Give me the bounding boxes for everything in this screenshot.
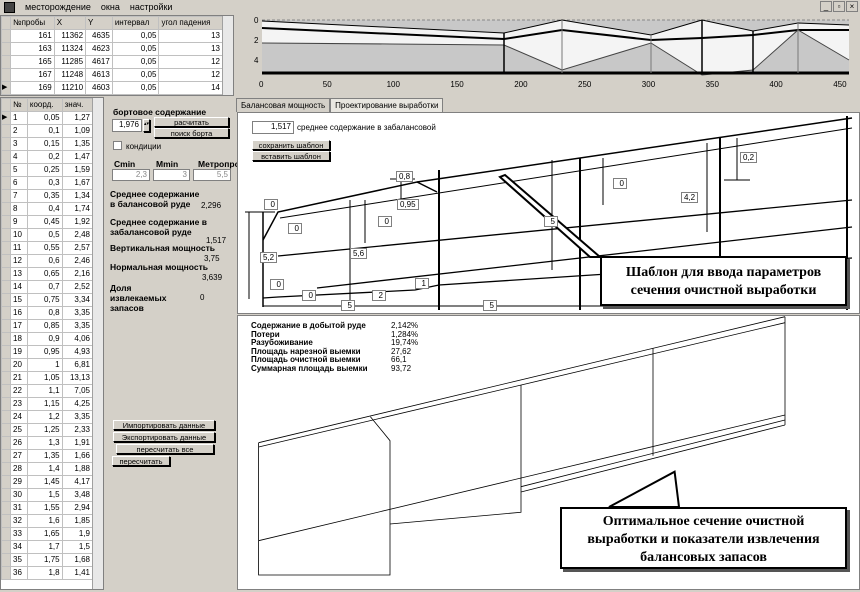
param-field[interactable]: 0 <box>264 199 278 210</box>
callout-line: балансовых запасов <box>640 550 767 565</box>
param-field[interactable]: 0,8 <box>396 171 414 182</box>
param-field[interactable]: 5,2 <box>260 252 278 263</box>
callout-line: Шаблон для ввода параметров <box>625 265 822 280</box>
param-field[interactable]: 5 <box>341 300 355 311</box>
param-field[interactable]: 0,95 <box>397 199 419 210</box>
template-callout: Шаблон для ввода параметров сечения очис… <box>600 256 847 306</box>
result-callout: Оптимальное сечение очистной выработки и… <box>560 507 847 569</box>
param-field[interactable]: 5 <box>483 300 497 311</box>
callout-line: сечения очистной выработки <box>630 283 817 298</box>
param-field[interactable]: 1 <box>415 278 429 289</box>
stat-value: 93,72 <box>391 363 412 373</box>
offbal-label: среднее содержание в забалансовой <box>297 123 436 132</box>
param-field[interactable]: 0 <box>302 290 316 301</box>
callout-line: выработки и показатели извлечения <box>587 532 820 547</box>
result-stats: Содержание в добытой руде 2,142% Потери 1,2… <box>251 321 418 374</box>
param-field[interactable]: 0,2 <box>740 152 758 163</box>
param-field[interactable]: 0 <box>288 223 302 234</box>
param-field[interactable]: 5 <box>544 216 558 227</box>
stat-label: Суммарная площадь выемки <box>251 363 368 373</box>
callout-pointer <box>608 470 681 508</box>
param-field[interactable]: 0 <box>270 279 284 290</box>
param-field[interactable]: 2 <box>372 290 386 301</box>
param-field[interactable]: 0 <box>378 216 392 227</box>
param-field[interactable]: 0 <box>613 178 627 189</box>
save-template-button[interactable]: сохранить шаблон <box>252 140 330 150</box>
offbal-input[interactable]: 1,517 <box>252 121 294 134</box>
chart-plot <box>261 19 850 76</box>
callout-line: Оптимальное сечение очистной <box>602 514 805 529</box>
param-field[interactable]: 5,6 <box>350 248 368 259</box>
paste-template-button[interactable]: вставить шаблон <box>252 151 330 161</box>
param-field[interactable]: 4,2 <box>681 192 699 203</box>
stat-row: Суммарная площадь выемки 93,72 <box>251 363 418 374</box>
